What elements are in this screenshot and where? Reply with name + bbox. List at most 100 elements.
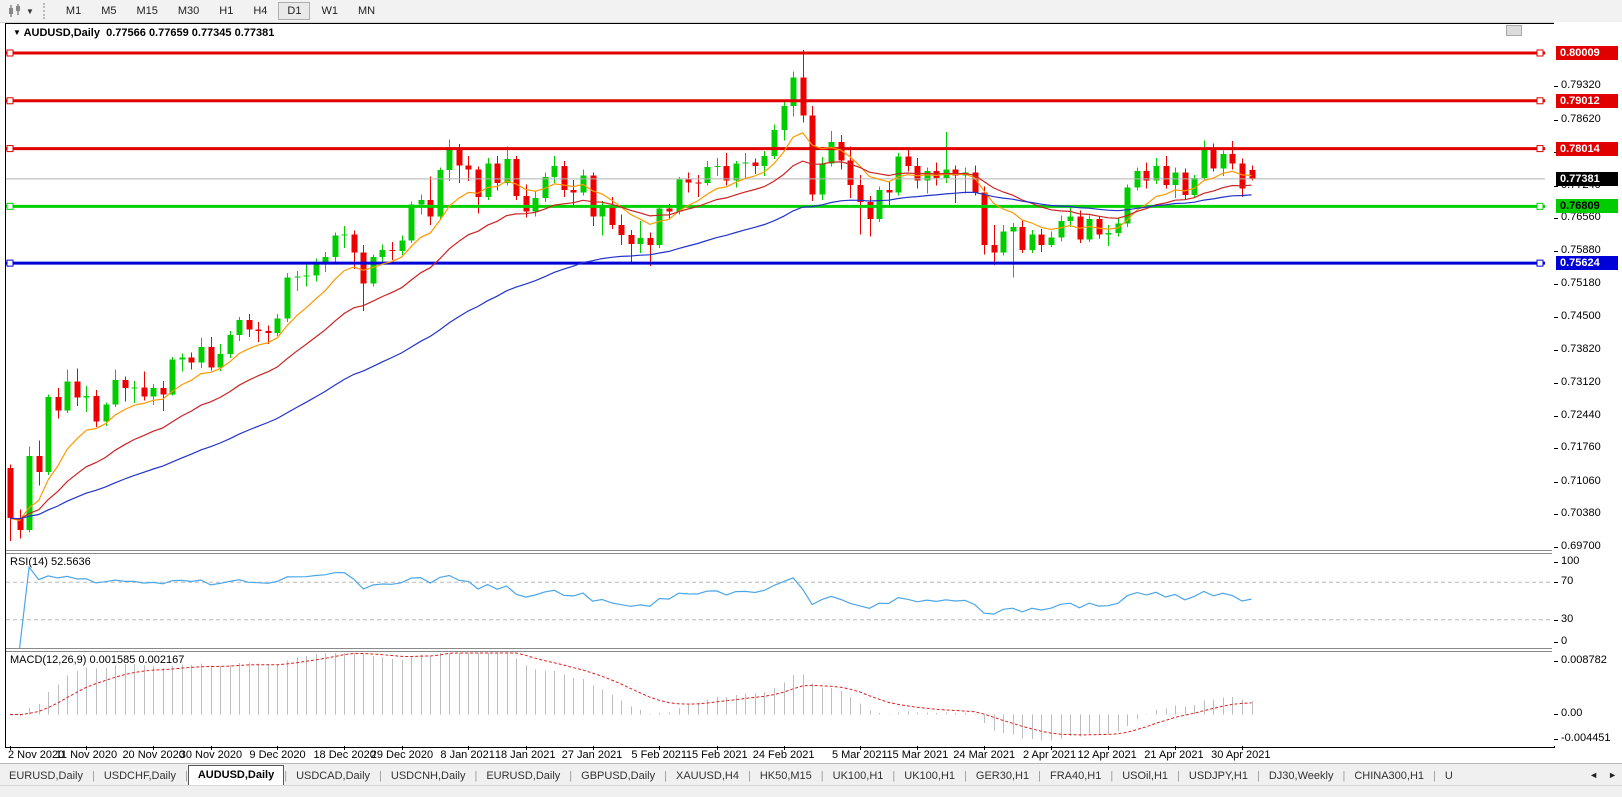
- timeframe-button-m1[interactable]: M1: [57, 2, 90, 20]
- tick-mark: [1554, 218, 1558, 220]
- line-handle[interactable]: [6, 97, 14, 105]
- date-label: 5 Feb 2021: [631, 749, 688, 761]
- date-label: 15 Mar 2021: [886, 749, 949, 761]
- date-label: 11 Nov 2020: [55, 749, 118, 761]
- tab-scroll-controls: ◄ ►: [1584, 764, 1622, 786]
- chart-tab-u[interactable]: U: [1436, 767, 1462, 786]
- line-handle[interactable]: [6, 145, 14, 153]
- chart-symbol-header: ▼ AUDUSD,Daily 0.77566 0.77659 0.77345 0…: [13, 27, 274, 39]
- price-tick-label: 0.79320: [1561, 79, 1601, 92]
- timeframe-button-m5[interactable]: M5: [92, 2, 125, 20]
- chart-tab-gbpusd-daily[interactable]: GBPUSD,Daily: [572, 767, 664, 786]
- price-tick-label: 0.78620: [1561, 112, 1601, 125]
- ohlc-low: 0.77345: [191, 27, 232, 39]
- chart-tab-usdcad-daily[interactable]: USDCAD,Daily: [287, 767, 379, 786]
- timeframe-button-d1[interactable]: D1: [278, 2, 311, 20]
- line-handle[interactable]: [6, 202, 14, 210]
- date-label: 30 Nov 2020: [179, 749, 243, 761]
- tick-mark: [1554, 316, 1558, 318]
- price-axis[interactable]: 0.793200.786200.779400.772400.765600.758…: [1554, 22, 1622, 746]
- chart-tab-china300-h1[interactable]: CHINA300,H1: [1345, 767, 1433, 786]
- macd-histogram: [20, 653, 1253, 741]
- chart-type-button[interactable]: ▼: [4, 3, 37, 19]
- tab-scroll-right-button[interactable]: ►: [1603, 767, 1622, 783]
- price-tick-label: 30: [1561, 612, 1574, 625]
- tick-mark: [1554, 349, 1558, 351]
- tick-mark: [1554, 582, 1558, 584]
- price-tick-label: 70: [1561, 575, 1574, 588]
- chart-tab-usdchf-daily[interactable]: USDCHF,Daily: [95, 767, 185, 786]
- chart-tab-ger30-h1[interactable]: GER30,H1: [967, 767, 1038, 786]
- price-tick-label: 0.72440: [1561, 408, 1601, 421]
- date-label: 9 Dec 2020: [249, 749, 306, 761]
- chart-tab-uk100-h1[interactable]: UK100,H1: [824, 767, 893, 786]
- price-tick-label: 0.69700: [1561, 540, 1601, 552]
- date-label: 27 Jan 2021: [561, 749, 623, 761]
- chart-tab-usdcnh-daily[interactable]: USDCNH,Daily: [382, 767, 475, 786]
- timeframe-button-m15[interactable]: M15: [127, 2, 166, 20]
- chart-tab-fra40-h1[interactable]: FRA40,H1: [1041, 767, 1110, 786]
- chart-tab-audusd-daily[interactable]: AUDUSD,Daily: [187, 765, 285, 786]
- macd-label: MACD(12,26,9) 0.001585 0.002167: [10, 654, 185, 666]
- price-tag: 0.80009: [1556, 46, 1618, 60]
- ohlc-close: 0.77381: [234, 27, 275, 39]
- timeframe-button-mn[interactable]: MN: [349, 2, 384, 20]
- price-chart-pane[interactable]: [6, 24, 1553, 550]
- date-label: 18 Dec 2020: [313, 749, 376, 761]
- date-label: 5 Mar 2021: [831, 749, 888, 761]
- chart-tab-usoil-h1[interactable]: USOil,H1: [1113, 767, 1177, 786]
- chart-tab-xauusd-h4[interactable]: XAUUSD,H4: [667, 767, 748, 786]
- price-tick-label: 0.00: [1561, 707, 1583, 720]
- tick-mark: [1554, 119, 1558, 121]
- date-label: 20 Nov 2020: [122, 749, 185, 761]
- rsi-line: [19, 565, 1252, 648]
- chart-tab-eurusd-daily[interactable]: EURUSD,Daily: [0, 767, 92, 786]
- line-handle[interactable]: [1536, 145, 1544, 153]
- price-tick-label: 0.74500: [1561, 309, 1601, 322]
- tick-mark: [1554, 547, 1558, 548]
- rsi-indicator-pane[interactable]: [6, 554, 1553, 648]
- date-label: 21 Apr 2021: [1144, 749, 1204, 761]
- price-tick-label: 0.008782: [1561, 654, 1607, 666]
- tick-mark: [1554, 714, 1558, 716]
- chart-tab-usdjpy-h1[interactable]: USDJPY,H1: [1180, 767, 1257, 786]
- timeframe-button-h4[interactable]: H4: [244, 2, 276, 20]
- date-axis[interactable]: 2 Nov 2020 11 Nov 2020 20 Nov 2020 30 Nov 2…: [6, 746, 1554, 763]
- rsi-label: RSI(14) 52.5636: [10, 556, 91, 568]
- price-tick-label: 0.75880: [1561, 243, 1601, 256]
- line-handle[interactable]: [1536, 202, 1544, 210]
- chart-tab-eurusd-daily[interactable]: EURUSD,Daily: [477, 767, 569, 786]
- macd-signal-line: [9, 652, 1252, 736]
- timeframe-button-h1[interactable]: H1: [210, 2, 242, 20]
- line-handle[interactable]: [6, 259, 14, 267]
- price-tag: 0.75624: [1556, 256, 1618, 271]
- chart-tab-bar: EURUSD,Daily | USDCHF,Daily | AUDUSD,Daily | U…: [0, 763, 1622, 786]
- candles: [7, 50, 1256, 542]
- chart-tab-hk50-m15[interactable]: HK50,M15: [751, 767, 821, 786]
- chart-tab-dj30-weekly[interactable]: DJ30,Weekly: [1260, 767, 1343, 786]
- chart-shift-button[interactable]: [1506, 25, 1522, 36]
- ohlc-open: 0.77566: [106, 27, 146, 39]
- date-label: 2 Apr 2021: [1022, 749, 1077, 761]
- tick-mark: [1554, 383, 1558, 385]
- timeframe-button-w1[interactable]: W1: [312, 2, 347, 20]
- horizontal-line-objects: [6, 49, 1545, 267]
- macd-indicator-pane[interactable]: [6, 652, 1553, 746]
- date-label: 8 Jan 2021: [440, 749, 495, 761]
- chart-tab-uk100-h1[interactable]: UK100,H1: [895, 767, 964, 786]
- date-label: 12 Apr 2021: [1077, 749, 1137, 761]
- pane-separator[interactable]: [6, 550, 1552, 554]
- toolbar-grip-handle[interactable]: [42, 3, 50, 19]
- price-tick-label: 0: [1561, 635, 1568, 647]
- price-tick-label: 100: [1561, 555, 1580, 567]
- line-handle[interactable]: [1536, 259, 1544, 267]
- line-handle[interactable]: [6, 49, 14, 57]
- tick-mark: [1554, 481, 1558, 483]
- pane-separator[interactable]: [6, 648, 1552, 652]
- timeframe-button-m30[interactable]: M30: [169, 2, 208, 20]
- triangle-down-icon: ▼: [13, 28, 21, 37]
- line-handle[interactable]: [1536, 49, 1544, 57]
- tick-mark: [1554, 619, 1558, 621]
- line-handle[interactable]: [1536, 97, 1544, 105]
- tab-scroll-left-button[interactable]: ◄: [1584, 767, 1603, 783]
